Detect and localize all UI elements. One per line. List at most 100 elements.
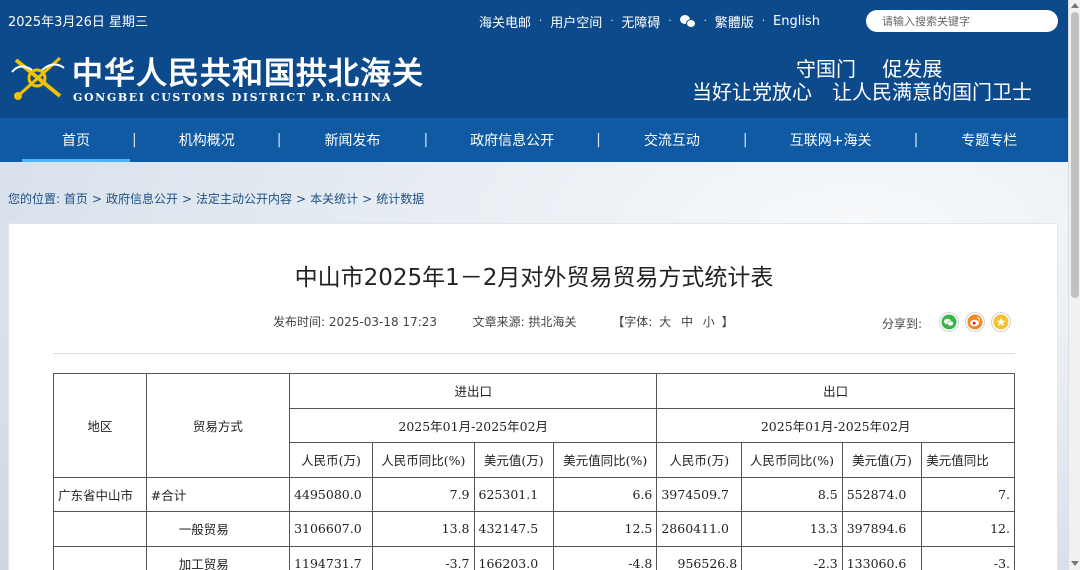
customs-email-link[interactable]: 海关电邮	[479, 12, 531, 31]
top-links: 海关电邮 · 用户空间 · 无障碍 · · 繁體版 · English	[479, 12, 820, 31]
font-size-medium[interactable]: 中	[681, 315, 693, 329]
cell-value: 7.	[921, 476, 1015, 512]
cell-value: 13.8	[372, 511, 475, 547]
header-import-export: 进出口	[289, 373, 658, 409]
cell-value: 552874.0	[841, 476, 923, 512]
trade-stats-table-container[interactable]: 地区 贸易方式 进出口 出口 2025年01月-2025年02月 2025年01…	[53, 373, 1015, 570]
cell-value: 2860411.0	[656, 511, 743, 547]
cell-value: 3106607.0	[289, 511, 374, 547]
english-link[interactable]: English	[773, 14, 820, 29]
cell-value: 166203.0	[473, 545, 555, 570]
header-trade-mode: 贸易方式	[145, 373, 291, 478]
breadcrumb: 您的位置: 首页 > 政府信息公开 > 法定主动公开内容 > 本关统计 > 统计数据	[8, 192, 425, 206]
search-input[interactable]	[866, 10, 1058, 32]
separator-dot: ·	[703, 16, 707, 27]
cell-value: 4495080.0	[289, 476, 374, 512]
source-label: 文章来源:	[472, 315, 525, 329]
col-header: 人民币(万)	[656, 442, 743, 478]
cell-value: 956526.8	[656, 545, 743, 570]
col-header: 人民币同比(%)	[372, 442, 475, 478]
favorite-star-icon[interactable]	[991, 312, 1011, 332]
nav-item-home[interactable]: 首页	[22, 118, 130, 162]
col-header: 美元值(万)	[473, 442, 555, 478]
publish-time: 2025-03-18 17:23	[328, 315, 438, 329]
cell-region	[53, 511, 147, 547]
cell-value: 397894.6	[841, 511, 923, 547]
font-size-large[interactable]: 大	[659, 315, 671, 329]
font-size-suffix: 】	[721, 315, 734, 329]
header-export: 出口	[656, 373, 1015, 409]
article-meta: 发布时间: 2025-03-18 17:23 文章来源: 拱北海关 【字体: 大…	[273, 313, 734, 330]
separator-dot: ·	[668, 16, 672, 27]
col-header: 美元值(万)	[841, 442, 923, 478]
cell-value: 13.3	[741, 511, 843, 547]
table-row: 一般贸易 3106607.0 13.8 432147.5 12.5 286041…	[53, 511, 1015, 547]
customs-emblem-logo	[11, 56, 65, 100]
cell-value: 6.6	[553, 476, 658, 512]
font-size-prefix: 【字体:	[612, 315, 653, 329]
accessibility-link[interactable]: 无障碍	[621, 12, 660, 31]
separator-dot: ·	[761, 16, 765, 27]
table-row: 加工贸易 1194731.7 -3.7 166203.0 -4.8 956526…	[53, 545, 1015, 570]
article-panel: 中山市2025年1－2月对外贸易贸易方式统计表 发布时间: 2025-03-18…	[8, 223, 1058, 570]
wechat-icon[interactable]	[679, 15, 696, 28]
cell-region	[53, 545, 147, 570]
publish-label: 发布时间:	[273, 315, 326, 329]
top-bar: 2025年3月26日 星期三 海关电邮 · 用户空间 · 无障碍 · · 繁體版…	[0, 0, 1068, 40]
user-space-link[interactable]: 用户空间	[550, 12, 602, 31]
font-size-small[interactable]: 小	[703, 315, 715, 329]
share-label: 分享到:	[882, 317, 923, 331]
cell-trade-mode: #合计	[145, 476, 291, 512]
breadcrumb-gov-info[interactable]: 政府信息公开	[106, 192, 178, 206]
nav-item-interaction[interactable]: 交流互动	[601, 118, 743, 162]
nav-item-gov-info[interactable]: 政府信息公开	[428, 118, 596, 162]
nav-item-internet-customs[interactable]: 互联网+海关	[748, 118, 914, 162]
article-title: 中山市2025年1－2月对外贸易贸易方式统计表	[294, 265, 774, 291]
breadcrumb-home[interactable]: 首页	[64, 192, 88, 206]
col-header: 美元值同比(%)	[553, 442, 658, 478]
col-header: 人民币同比(%)	[741, 442, 843, 478]
cell-value: -3.	[921, 545, 1015, 570]
traditional-chinese-link[interactable]: 繁體版	[715, 12, 754, 31]
site-header: 2025年3月26日 星期三 海关电邮 · 用户空间 · 无障碍 · · 繁體版…	[0, 0, 1068, 118]
scroll-down-arrow-icon[interactable]	[1071, 561, 1079, 566]
breadcrumb-statutory-disclosure[interactable]: 法定主动公开内容	[196, 192, 292, 206]
article-source: 拱北海关	[528, 315, 577, 329]
main-nav: 首页 | 机构概况 | 新闻发布 | 政府信息公开 | 交流互动 | 互联网+海…	[0, 118, 1068, 162]
header-period-import-export: 2025年01月-2025年02月	[289, 407, 658, 443]
cell-value: 133060.6	[841, 545, 923, 570]
page-scrollbar[interactable]	[1068, 0, 1080, 570]
current-date: 2025年3月26日 星期三	[8, 15, 149, 30]
separator-dot: ·	[610, 16, 614, 27]
cell-value: 7.9	[372, 476, 475, 512]
cell-value: 432147.5	[473, 511, 555, 547]
header-region: 地区	[53, 373, 147, 478]
cell-value: -3.7	[372, 545, 475, 570]
cell-value: 3974509.7	[656, 476, 743, 512]
trade-stats-table: 地区 贸易方式 进出口 出口 2025年01月-2025年02月 2025年01…	[53, 373, 1015, 570]
scroll-thumb[interactable]	[1071, 12, 1079, 298]
breadcrumb-label: 您的位置:	[8, 192, 61, 206]
cell-value: 12.	[921, 511, 1015, 547]
breadcrumb-customs-statistics[interactable]: 本关统计	[310, 192, 358, 206]
scroll-up-arrow-icon[interactable]	[1071, 3, 1079, 8]
cell-trade-mode: 一般贸易	[145, 511, 291, 547]
nav-item-news[interactable]: 新闻发布	[281, 118, 423, 162]
cell-value: 1194731.7	[289, 545, 374, 570]
col-header: 美元值同比	[921, 442, 1015, 478]
breadcrumb-statistical-data[interactable]: 统计数据	[376, 192, 424, 206]
nav-item-about[interactable]: 机构概况	[137, 118, 277, 162]
cell-value: 625301.1	[473, 476, 555, 512]
cell-value: -2.3	[741, 545, 843, 570]
site-title-english: GONGBEI CUSTOMS DISTRICT P.R.CHINA	[73, 91, 393, 104]
wechat-icon[interactable]	[939, 312, 959, 332]
cell-value: 8.5	[741, 476, 843, 512]
cell-value: -4.8	[553, 545, 658, 570]
table-row: 广东省中山市 #合计 4495080.0 7.9 625301.1 6.6 39…	[53, 476, 1015, 512]
nav-item-special-topics[interactable]: 专题专栏	[918, 118, 1060, 162]
col-header: 人民币(万)	[289, 442, 374, 478]
slogan-line-2: 当好让党放心 让人民满意的国门卫士	[692, 80, 1032, 104]
separator-dot: ·	[539, 16, 543, 27]
weibo-icon[interactable]	[965, 312, 985, 332]
cell-trade-mode: 加工贸易	[145, 545, 291, 570]
